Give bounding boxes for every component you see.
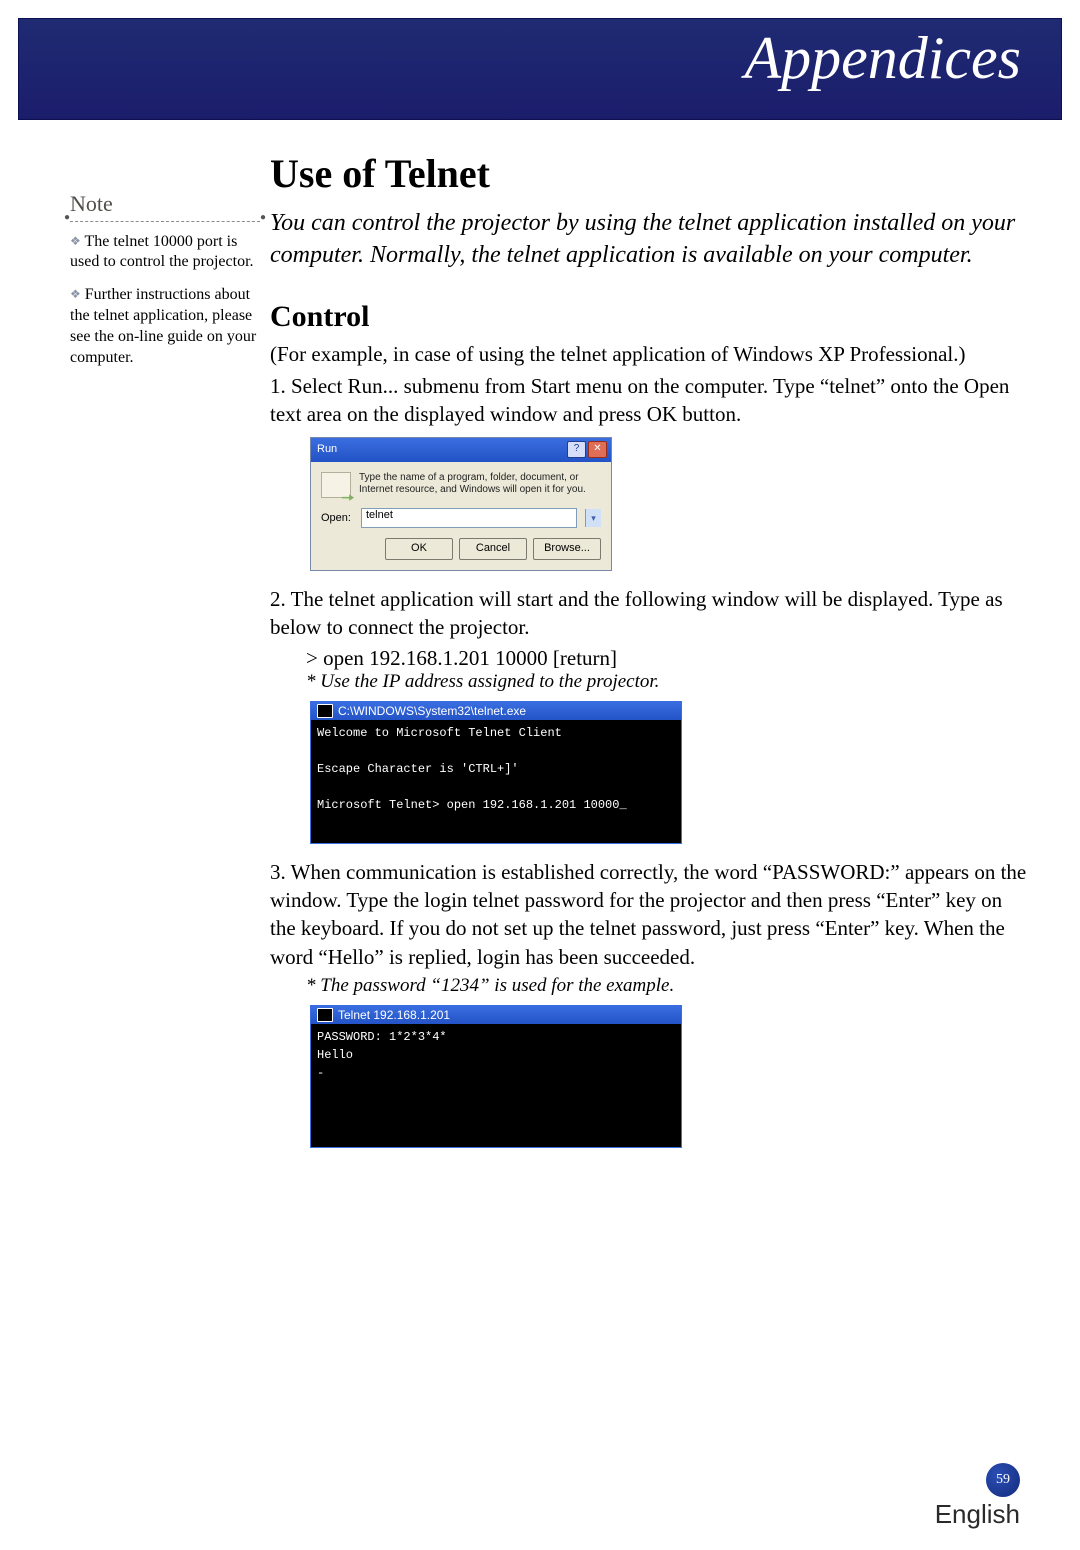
telnet-window-2: Telnet 192.168.1.201 PASSWORD: 1*2*3*4* … bbox=[310, 1005, 682, 1148]
bullet-icon: ❖ bbox=[70, 234, 81, 248]
pin-icon: ● bbox=[260, 211, 266, 224]
run-icon bbox=[321, 472, 351, 498]
run-dialog: Run ? ✕ Type the name of a program, fold… bbox=[310, 437, 612, 571]
ok-button[interactable]: OK bbox=[385, 538, 453, 560]
subsection-title: Control bbox=[270, 300, 1030, 334]
header-band: Appendices bbox=[18, 18, 1062, 120]
note-text: The telnet 10000 port is used to control… bbox=[70, 233, 254, 271]
open-input-value: telnet bbox=[366, 509, 393, 521]
note-item: ❖ Further instructions about the telnet … bbox=[70, 285, 260, 368]
note-label: ● Note ● bbox=[70, 190, 260, 222]
header-title: Appendices bbox=[744, 24, 1021, 93]
intro-paragraph: You can control the projector by using t… bbox=[270, 207, 1030, 272]
terminal-icon bbox=[317, 704, 333, 718]
note-label-text: Note bbox=[70, 191, 113, 216]
run-description: Type the name of a program, folder, docu… bbox=[359, 472, 601, 498]
close-button[interactable]: ✕ bbox=[588, 441, 607, 458]
content-area: ● Note ● ❖ The telnet 10000 port is used… bbox=[0, 120, 1080, 1162]
page-title: Use of Telnet bbox=[270, 150, 1030, 197]
terminal-icon bbox=[317, 1008, 333, 1022]
browse-button[interactable]: Browse... bbox=[533, 538, 601, 560]
footnote: * The password “1234” is used for the ex… bbox=[306, 975, 1030, 997]
open-input[interactable]: telnet bbox=[361, 508, 577, 528]
terminal-title-text: C:\WINDOWS\System32\telnet.exe bbox=[338, 704, 526, 718]
paragraph: (For example, in case of using the telne… bbox=[270, 340, 1030, 368]
terminal-title-text: Telnet 192.168.1.201 bbox=[338, 1008, 450, 1022]
bullet-icon: ❖ bbox=[70, 287, 81, 301]
note-item: ❖ The telnet 10000 port is used to contr… bbox=[70, 232, 260, 274]
command-line: > open 192.168.1.201 10000 [return] bbox=[306, 646, 1030, 671]
footnote: * Use the IP address assigned to the pro… bbox=[306, 671, 1030, 693]
terminal-titlebar: Telnet 192.168.1.201 bbox=[311, 1006, 681, 1024]
sidebar-notes: ● Note ● ❖ The telnet 10000 port is used… bbox=[70, 150, 260, 1162]
run-title-text: Run bbox=[317, 443, 337, 455]
terminal-body[interactable]: Welcome to Microsoft Telnet Client Escap… bbox=[311, 720, 681, 843]
footer: 59 English bbox=[935, 1463, 1020, 1530]
help-button[interactable]: ? bbox=[567, 441, 586, 458]
terminal-titlebar: C:\WINDOWS\System32\telnet.exe bbox=[311, 702, 681, 720]
telnet-window-1: C:\WINDOWS\System32\telnet.exe Welcome t… bbox=[310, 701, 682, 844]
page-number: 59 bbox=[986, 1463, 1020, 1497]
pin-icon: ● bbox=[64, 211, 70, 224]
language-label: English bbox=[935, 1499, 1020, 1530]
terminal-body[interactable]: PASSWORD: 1*2*3*4* Hello - bbox=[311, 1024, 681, 1147]
step-2: 2. The telnet application will start and… bbox=[270, 585, 1030, 642]
dropdown-icon[interactable]: ▾ bbox=[585, 509, 601, 527]
run-titlebar: Run ? ✕ bbox=[311, 438, 611, 462]
open-label: Open: bbox=[321, 512, 353, 524]
step-1: 1. Select Run... submenu from Start menu… bbox=[270, 372, 1030, 429]
main-content: Use of Telnet You can control the projec… bbox=[260, 150, 1030, 1162]
note-text: Further instructions about the telnet ap… bbox=[70, 286, 256, 365]
cancel-button[interactable]: Cancel bbox=[459, 538, 527, 560]
step-3: 3. When communication is established cor… bbox=[270, 858, 1030, 971]
